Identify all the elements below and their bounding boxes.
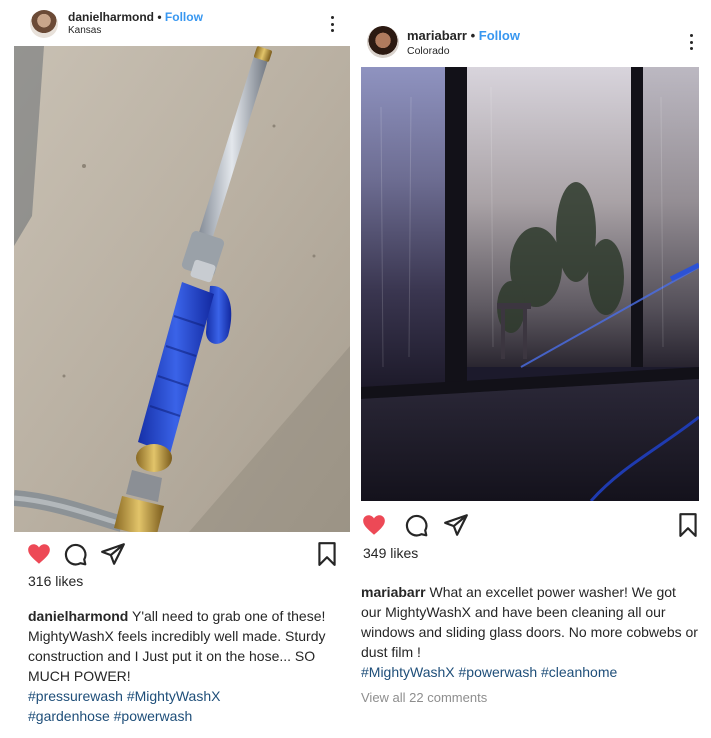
pressure-washer-wand-image <box>14 46 350 532</box>
bookmark-icon[interactable] <box>675 512 701 538</box>
location-link[interactable]: Colorado <box>407 45 450 57</box>
view-all-comments-link[interactable]: View all 22 comments <box>361 690 487 705</box>
post-username-line: mariabarr • Follow <box>407 28 520 43</box>
location-link[interactable]: Kansas <box>68 25 101 36</box>
post-caption: danielharmond Y'all need to grab one of … <box>28 606 348 726</box>
separator-dot: • <box>157 10 162 24</box>
username-link[interactable]: danielharmond <box>68 10 154 24</box>
comment-icon[interactable] <box>62 541 88 567</box>
share-icon[interactable] <box>443 512 469 538</box>
hashtags-line[interactable]: #MightyWashX #powerwash #cleanhome <box>361 664 617 680</box>
caption-username[interactable]: danielharmond <box>28 608 128 624</box>
follow-button[interactable]: Follow <box>165 10 203 24</box>
caption-username[interactable]: mariabarr <box>361 584 426 600</box>
username-link[interactable]: mariabarr <box>407 28 467 43</box>
heart-filled-icon[interactable] <box>361 512 387 538</box>
post-caption: mariabarr What an excellet power washer!… <box>361 582 699 682</box>
share-icon[interactable] <box>100 541 126 567</box>
bookmark-icon[interactable] <box>314 541 340 567</box>
likes-count[interactable]: 316 likes <box>28 573 83 589</box>
hashtags-line-1[interactable]: #pressurewash #MightyWashX <box>28 688 220 704</box>
post-actions-bar <box>14 539 350 569</box>
likes-count[interactable]: 349 likes <box>363 545 418 561</box>
foggy-glass-door-image <box>361 67 699 501</box>
more-options-icon[interactable] <box>689 34 693 50</box>
post-photo[interactable] <box>14 46 350 532</box>
comment-icon[interactable] <box>403 512 429 538</box>
hashtags-line-2[interactable]: #gardenhose #powerwash <box>28 708 192 724</box>
avatar[interactable] <box>30 10 58 38</box>
heart-filled-icon[interactable] <box>26 541 52 567</box>
post-header: danielharmond • Follow Kansas <box>14 0 350 40</box>
separator-dot: • <box>470 28 476 43</box>
post-username-line: danielharmond • Follow <box>68 10 203 24</box>
avatar[interactable] <box>367 26 399 58</box>
post-header: mariabarr • Follow Colorado <box>361 14 699 66</box>
post-card-danielharmond: danielharmond • Follow Kansas 316 likes … <box>14 0 350 738</box>
follow-button[interactable]: Follow <box>479 28 520 43</box>
post-photo[interactable] <box>361 67 699 501</box>
more-options-icon[interactable] <box>330 16 334 32</box>
post-actions-bar <box>361 510 699 540</box>
post-card-mariabarr: mariabarr • Follow Colorado 349 likes ma… <box>361 14 699 724</box>
